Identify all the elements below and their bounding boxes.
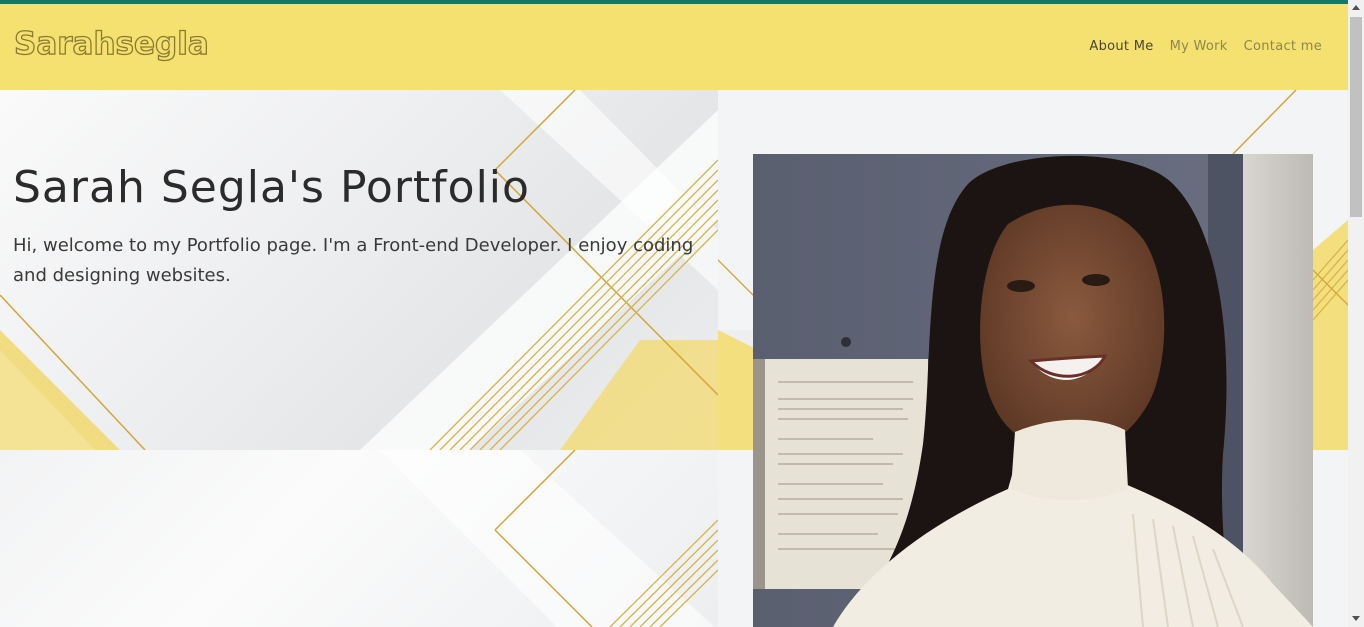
hero-intro-text: Hi, welcome to my Portfolio page. I'm a … <box>13 235 694 286</box>
page: Sarahsegla About Me My Work Contact me S… <box>0 0 1364 627</box>
scrollbar-thumb[interactable] <box>1350 17 1362 217</box>
profile-photo-illustration <box>753 154 1313 627</box>
scroll-down-icon[interactable] <box>1352 616 1360 621</box>
section-background <box>0 450 718 627</box>
nav-item-contact-me[interactable]: Contact me <box>1244 39 1322 54</box>
vertical-scrollbar[interactable] <box>1348 0 1364 627</box>
main-nav: About Me My Work Contact me <box>1089 39 1322 54</box>
scroll-up-icon[interactable] <box>1352 5 1360 10</box>
nav-item-my-work[interactable]: My Work <box>1170 39 1228 54</box>
hero-title: Sarah Segla's Portfolio <box>13 162 530 213</box>
brand-logo[interactable]: Sarahsegla <box>13 28 209 60</box>
nav-item-about-me[interactable]: About Me <box>1089 39 1153 54</box>
profile-photo <box>753 154 1313 627</box>
geometric-background-pattern <box>380 450 718 627</box>
navbar: Sarahsegla About Me My Work Contact me <box>0 4 1348 90</box>
